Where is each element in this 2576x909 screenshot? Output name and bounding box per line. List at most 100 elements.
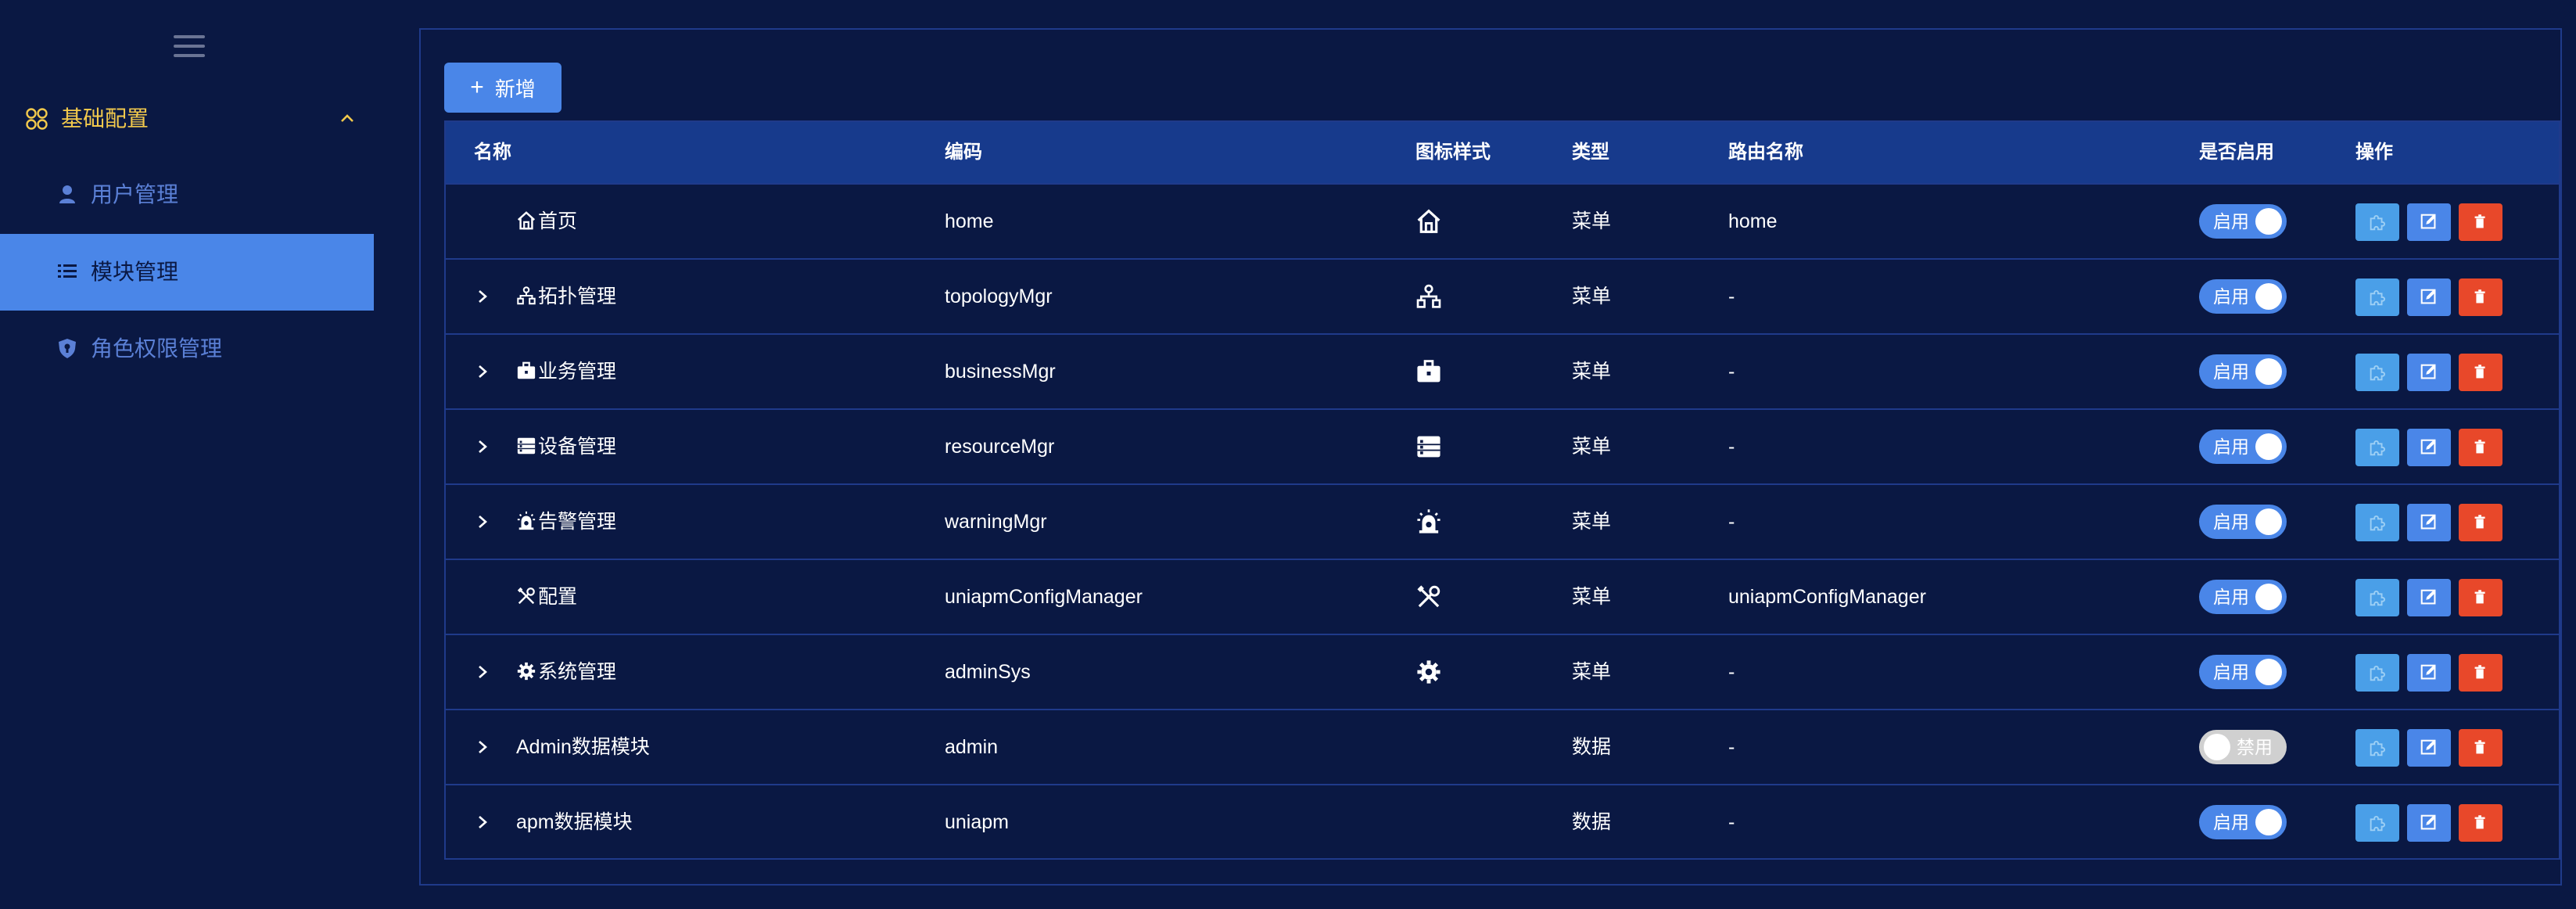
header-enabled: 是否启用 bbox=[2199, 142, 2274, 163]
header-icon-style: 图标样式 bbox=[1415, 142, 1491, 163]
cell-route: - bbox=[1728, 286, 1735, 307]
delete-button[interactable] bbox=[2459, 429, 2502, 466]
cell-type: 菜单 bbox=[1572, 511, 1612, 533]
edit-button[interactable] bbox=[2407, 804, 2451, 842]
permission-button[interactable] bbox=[2355, 354, 2399, 391]
shield-icon bbox=[59, 339, 76, 358]
delete-button[interactable] bbox=[2459, 804, 2502, 842]
permission-button[interactable] bbox=[2355, 804, 2399, 842]
tools-icon bbox=[1417, 585, 1440, 608]
sidebar-item-label: 用户管理 bbox=[91, 182, 179, 207]
cell-name: 系统管理 bbox=[516, 660, 616, 684]
enabled-toggle[interactable]: 启用 bbox=[2199, 580, 2287, 614]
alarm-icon bbox=[1417, 509, 1440, 534]
cell-name-text: 设备管理 bbox=[538, 436, 617, 458]
permission-button[interactable] bbox=[2355, 504, 2399, 541]
edit-button[interactable] bbox=[2407, 354, 2451, 391]
toggle-label: 禁用 bbox=[2237, 737, 2273, 757]
edit-icon bbox=[2420, 664, 2436, 680]
puzzle-icon bbox=[2370, 289, 2385, 306]
cell-type: 菜单 bbox=[1572, 286, 1612, 307]
delete-button[interactable] bbox=[2459, 504, 2502, 541]
edit-icon bbox=[2420, 289, 2436, 304]
permission-button[interactable] bbox=[2355, 429, 2399, 466]
enabled-toggle[interactable]: 启用 bbox=[2199, 429, 2287, 464]
user-icon bbox=[59, 185, 75, 203]
enabled-toggle[interactable]: 启用 bbox=[2199, 204, 2287, 239]
edit-button[interactable] bbox=[2407, 278, 2451, 316]
delete-button[interactable] bbox=[2459, 654, 2502, 692]
add-button-label: 新增 bbox=[494, 77, 536, 101]
puzzle-icon bbox=[2370, 440, 2385, 456]
cell-code: uniapm bbox=[945, 811, 1009, 833]
edit-icon bbox=[2420, 814, 2436, 830]
topology-icon bbox=[517, 286, 536, 305]
briefcase-icon bbox=[517, 361, 536, 379]
plus-icon: + bbox=[470, 74, 484, 100]
edit-button[interactable] bbox=[2407, 429, 2451, 466]
sidebar-item-label: 角色权限管理 bbox=[91, 336, 223, 361]
trash-icon bbox=[2474, 665, 2485, 679]
table-row: 业务管理 businessMgr 菜单 - 启用 bbox=[446, 333, 2559, 408]
server-icon bbox=[1417, 436, 1440, 458]
cell-name: 业务管理 bbox=[516, 360, 616, 383]
delete-button[interactable] bbox=[2459, 278, 2502, 316]
toggle-label: 启用 bbox=[2213, 437, 2249, 457]
enabled-toggle[interactable]: 启用 bbox=[2199, 354, 2287, 389]
chevron-right-icon[interactable] bbox=[474, 286, 491, 307]
home-icon bbox=[1417, 209, 1440, 233]
cell-route: - bbox=[1728, 661, 1735, 683]
permission-button[interactable] bbox=[2355, 729, 2399, 767]
edit-button[interactable] bbox=[2407, 504, 2451, 541]
permission-button[interactable] bbox=[2355, 203, 2399, 241]
permission-button[interactable] bbox=[2355, 654, 2399, 692]
table-row: Admin数据模块 admin 数据 - 禁用 bbox=[446, 709, 2559, 784]
edit-button[interactable] bbox=[2407, 579, 2451, 616]
chevron-right-icon[interactable] bbox=[474, 512, 491, 532]
cell-name: 告警管理 bbox=[516, 510, 616, 534]
enabled-toggle[interactable]: 启用 bbox=[2199, 279, 2287, 314]
enabled-toggle[interactable]: 启用 bbox=[2199, 505, 2287, 539]
trash-icon bbox=[2474, 289, 2485, 304]
toggle-knob bbox=[2255, 659, 2282, 685]
delete-button[interactable] bbox=[2459, 579, 2502, 616]
edit-button[interactable] bbox=[2407, 203, 2451, 241]
delete-button[interactable] bbox=[2459, 354, 2502, 391]
enabled-toggle[interactable]: 启用 bbox=[2199, 655, 2287, 689]
enabled-toggle[interactable]: 禁用 bbox=[2199, 730, 2287, 764]
cell-type: 菜单 bbox=[1572, 586, 1612, 608]
cell-type: 数据 bbox=[1572, 811, 1612, 833]
chevron-right-icon[interactable] bbox=[474, 437, 491, 457]
cell-route: - bbox=[1728, 436, 1735, 458]
toggle-label: 启用 bbox=[2213, 286, 2249, 307]
chevron-up-icon bbox=[341, 114, 353, 122]
sidebar-item-module-management[interactable]: 模块管理 bbox=[0, 234, 374, 311]
cell-type: 菜单 bbox=[1572, 361, 1612, 383]
cell-code: businessMgr bbox=[945, 361, 1056, 383]
trash-icon bbox=[2474, 440, 2485, 454]
chevron-right-icon[interactable] bbox=[474, 361, 491, 382]
sidebar-item-user-management[interactable]: 用户管理 bbox=[0, 156, 374, 233]
delete-button[interactable] bbox=[2459, 729, 2502, 767]
cell-name: Admin数据模块 bbox=[516, 735, 650, 759]
cell-name: 设备管理 bbox=[516, 435, 616, 458]
sidebar-item-role-permission[interactable]: 角色权限管理 bbox=[0, 311, 374, 387]
cell-type: 菜单 bbox=[1572, 210, 1612, 232]
header-code: 编码 bbox=[945, 142, 982, 163]
chevron-right-icon[interactable] bbox=[474, 662, 491, 682]
sidebar-group-basic-config[interactable]: 基础配置 bbox=[0, 97, 374, 141]
permission-button[interactable] bbox=[2355, 579, 2399, 616]
hamburger-icon[interactable] bbox=[174, 35, 205, 59]
edit-button[interactable] bbox=[2407, 729, 2451, 767]
edit-button[interactable] bbox=[2407, 654, 2451, 692]
add-button[interactable]: + 新增 bbox=[444, 63, 561, 113]
enabled-toggle[interactable]: 启用 bbox=[2199, 805, 2287, 839]
chevron-right-icon[interactable] bbox=[474, 737, 491, 757]
cell-type: 菜单 bbox=[1572, 436, 1612, 458]
delete-button[interactable] bbox=[2459, 203, 2502, 241]
permission-button[interactable] bbox=[2355, 278, 2399, 316]
toggle-knob bbox=[2255, 809, 2282, 835]
toggle-label: 启用 bbox=[2213, 512, 2249, 532]
chevron-right-icon[interactable] bbox=[474, 812, 491, 832]
cell-route: uniapmConfigManager bbox=[1728, 586, 1926, 608]
